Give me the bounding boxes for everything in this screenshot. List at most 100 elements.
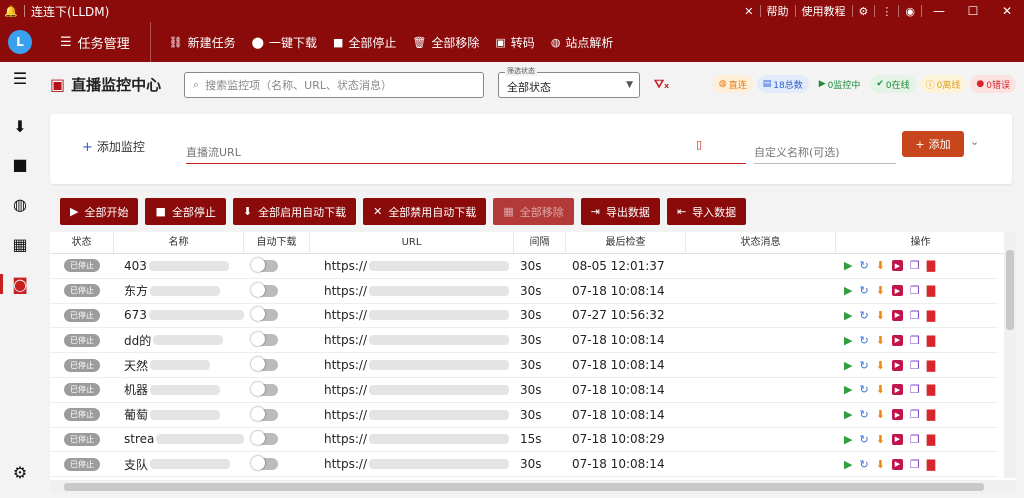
delete-icon[interactable]: ▇: [927, 359, 935, 372]
delete-icon[interactable]: ▇: [927, 259, 935, 272]
menu-icon[interactable]: ☰: [0, 64, 40, 92]
play-stream-icon[interactable]: ▶: [891, 433, 903, 445]
copy-icon[interactable]: ❐: [910, 309, 920, 322]
expand-chevron-icon[interactable]: ⌄: [970, 135, 979, 148]
video-library-icon[interactable]: ▦: [0, 230, 40, 258]
refresh-icon[interactable]: ↻: [859, 408, 868, 421]
refresh-icon[interactable]: ↻: [859, 433, 868, 446]
play-stream-icon[interactable]: ▶: [891, 309, 903, 321]
delete-icon[interactable]: ▇: [927, 383, 935, 396]
table-row[interactable]: 已停止 dd的 https:// 30s 07-18 10:08:14 ▶ ↻ …: [50, 328, 998, 354]
refresh-icon[interactable]: ↻: [859, 334, 868, 347]
site-parse-button[interactable]: ◍ 站点解析: [551, 34, 614, 51]
download-icon[interactable]: ⬇: [876, 284, 885, 297]
auto-download-toggle[interactable]: [251, 282, 278, 297]
download-icon[interactable]: ⬇: [876, 408, 885, 421]
play-stream-icon[interactable]: ▶: [891, 384, 903, 396]
table-row[interactable]: 已停止 机器 https:// 30s 07-18 10:08:14 ▶ ↻ ⬇…: [50, 378, 998, 403]
col-url[interactable]: URL: [310, 232, 514, 253]
pin-icon[interactable]: ✕: [738, 5, 759, 18]
refresh-icon[interactable]: ↻: [859, 259, 868, 272]
horizontal-scrollbar[interactable]: [50, 480, 1016, 494]
auto-download-toggle[interactable]: [251, 406, 278, 421]
import-data-button[interactable]: ⇤ 导入数据: [666, 198, 747, 225]
auto-download-toggle[interactable]: [251, 307, 278, 322]
delete-icon[interactable]: ▇: [927, 284, 935, 297]
nav-section-title[interactable]: ☰ 任务管理: [40, 22, 151, 62]
delete-icon[interactable]: ▇: [927, 458, 935, 471]
account-icon[interactable]: ◉: [899, 5, 921, 18]
globe-icon[interactable]: ◍: [0, 190, 40, 218]
play-stream-icon[interactable]: ▶: [891, 260, 903, 272]
delete-icon[interactable]: ▇: [927, 334, 935, 347]
delete-icon[interactable]: ▇: [927, 408, 935, 421]
stop-all-monitor-button[interactable]: ■ 全部停止: [145, 198, 226, 225]
refresh-icon[interactable]: ↻: [859, 309, 868, 322]
clear-filter-icon[interactable]: ⛛ₓ: [654, 77, 669, 92]
minimize-button[interactable]: —: [922, 4, 956, 18]
auto-download-toggle[interactable]: [251, 456, 278, 471]
help-link[interactable]: 帮助: [761, 3, 795, 19]
refresh-icon[interactable]: ↻: [859, 284, 868, 297]
maximize-button[interactable]: ☐: [956, 4, 990, 18]
close-button[interactable]: ✕: [990, 4, 1024, 18]
copy-icon[interactable]: ❐: [910, 408, 920, 421]
custom-name-input[interactable]: 自定义名称(可选): [754, 134, 896, 164]
auto-download-toggle[interactable]: [251, 257, 278, 272]
stream-url-input[interactable]: 直播流URL ▯: [186, 134, 746, 164]
download-icon[interactable]: ⬇: [876, 458, 885, 471]
play-stream-icon[interactable]: ▶: [891, 285, 903, 297]
copy-icon[interactable]: ❐: [910, 284, 920, 297]
enable-auto-download-button[interactable]: ⬇ 全部启用自动下载: [232, 198, 357, 225]
delete-icon[interactable]: ▇: [927, 433, 935, 446]
one-click-download-button[interactable]: ⬤ 一键下载: [252, 34, 317, 51]
download-icon[interactable]: ⬇: [876, 334, 885, 347]
start-monitor-icon[interactable]: ▶: [844, 359, 852, 372]
auto-download-toggle[interactable]: [251, 357, 278, 372]
settings-icon[interactable]: ⚙: [853, 5, 875, 18]
copy-icon[interactable]: ❐: [910, 259, 920, 272]
start-monitor-icon[interactable]: ▶: [844, 309, 852, 322]
stop-all-button[interactable]: ■ 全部停止: [333, 34, 396, 51]
col-status[interactable]: 状态: [50, 232, 114, 253]
col-status-message[interactable]: 状态消息: [686, 232, 836, 253]
col-interval[interactable]: 间隔: [514, 232, 566, 253]
delete-icon[interactable]: ▇: [927, 309, 935, 322]
play-stream-icon[interactable]: ▶: [891, 409, 903, 421]
start-monitor-icon[interactable]: ▶: [844, 458, 852, 471]
col-auto-download[interactable]: 自动下载: [244, 232, 310, 253]
export-data-button[interactable]: ⇥ 导出数据: [580, 198, 660, 225]
download-icon[interactable]: ⬇: [0, 112, 40, 140]
status-filter-select[interactable]: 筛选状态 全部状态 ▼: [498, 66, 640, 98]
copy-icon[interactable]: ❐: [910, 383, 920, 396]
video-camera-icon[interactable]: ■: [0, 150, 40, 178]
download-icon[interactable]: ⬇: [876, 259, 885, 272]
col-operations[interactable]: 操作: [836, 232, 1006, 253]
search-input[interactable]: ⌕ 搜索监控项（名称、URL、状态消息）: [184, 72, 484, 98]
download-icon[interactable]: ⬇: [876, 383, 885, 396]
play-stream-icon[interactable]: ▶: [891, 359, 903, 371]
table-row[interactable]: 已停止 支队 https:// 30s 07-18 10:08:14 ▶ ↻ ⬇…: [50, 452, 998, 478]
new-task-button[interactable]: ⛓ 新建任务: [169, 34, 236, 51]
start-all-button[interactable]: ▶ 全部开始: [60, 198, 139, 225]
col-name[interactable]: 名称: [114, 232, 244, 253]
table-row[interactable]: 已停止 strea https:// 15s 07-18 10:08:29 ▶ …: [50, 428, 998, 453]
live-monitor-icon[interactable]: ◙: [0, 270, 40, 298]
tutorial-link[interactable]: 使用教程: [796, 3, 852, 19]
download-icon[interactable]: ⬇: [876, 309, 885, 322]
start-monitor-icon[interactable]: ▶: [844, 334, 852, 347]
start-monitor-icon[interactable]: ▶: [844, 284, 852, 297]
start-monitor-icon[interactable]: ▶: [844, 259, 852, 272]
start-monitor-icon[interactable]: ▶: [844, 433, 852, 446]
copy-icon[interactable]: ❐: [910, 458, 920, 471]
auto-download-toggle[interactable]: [251, 431, 278, 446]
table-row[interactable]: 已停止 403 https:// 30s 08-05 12:01:37 ▶ ↻ …: [50, 254, 998, 279]
start-monitor-icon[interactable]: ▶: [844, 383, 852, 396]
download-icon[interactable]: ⬇: [876, 359, 885, 372]
transcode-button[interactable]: ▣ 转码: [495, 34, 534, 51]
auto-download-toggle[interactable]: [251, 332, 278, 347]
refresh-icon[interactable]: ↻: [859, 359, 868, 372]
table-row[interactable]: 已停止 673 https:// 30s 07-27 10:56:32 ▶ ↻ …: [50, 304, 998, 329]
paste-icon[interactable]: ▯: [696, 138, 702, 151]
refresh-icon[interactable]: ↻: [859, 383, 868, 396]
